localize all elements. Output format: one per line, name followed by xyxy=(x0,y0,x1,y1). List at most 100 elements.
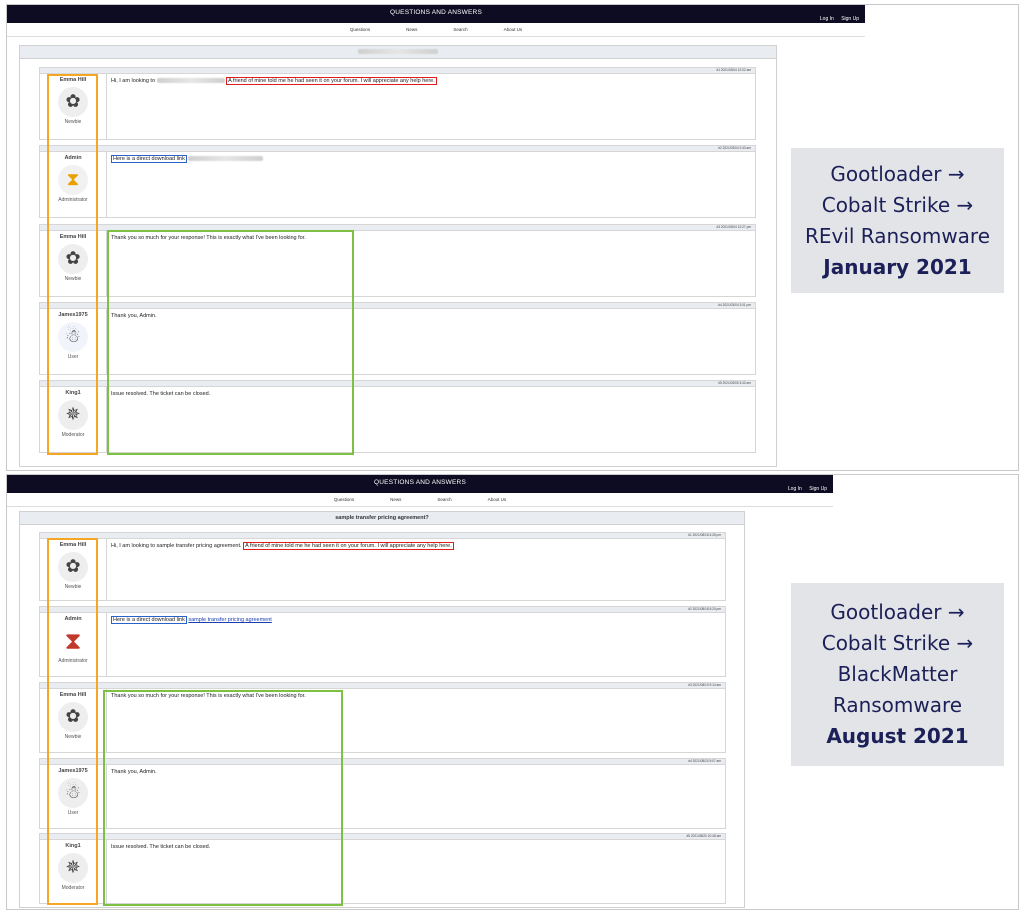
nav-about[interactable]: About Us xyxy=(504,27,523,32)
user-role: User xyxy=(67,810,79,816)
post-author: James1975 ☃ User xyxy=(40,765,106,828)
post: #3 2021/03/04 12:27 pm Emma Hill ✿ Newbi… xyxy=(39,224,756,297)
username[interactable]: James1975 xyxy=(40,768,106,774)
download-link[interactable]: sample transfer pricing agreement xyxy=(188,617,271,623)
chain-step: Cobalt Strike → xyxy=(821,631,974,655)
campaign-info-box: Gootloader → Cobalt Strike → REvil Ranso… xyxy=(791,148,1004,293)
post-body: Hi, I am looking to sample transfer pric… xyxy=(106,539,725,600)
flower-icon: ✿ xyxy=(58,702,88,732)
star-icon: ✵ xyxy=(58,400,88,430)
redacted-link[interactable] xyxy=(188,156,264,162)
redacted-title xyxy=(358,49,438,55)
chain-step: Cobalt Strike → xyxy=(821,192,974,217)
highlighted-text: A friend of mine told me he had seen it … xyxy=(243,542,454,550)
hourglass-icon: ⧗ xyxy=(58,626,88,656)
post-author: Admin ⧗ Administrator xyxy=(40,152,106,217)
post-message: Thank you, Admin. xyxy=(111,313,157,319)
user-role: Newbie xyxy=(64,119,82,125)
star-icon: ✵ xyxy=(58,853,88,883)
flower-icon: ✿ xyxy=(58,244,88,274)
post: #4 2021/03/04 3:01 pm James1975 ☃ User T… xyxy=(39,302,756,375)
username[interactable]: Emma Hill xyxy=(40,77,106,83)
post-message: Here is a direct download link sample tr… xyxy=(111,616,272,624)
campaign-info-box: Gootloader → Cobalt Strike → BlackMatter… xyxy=(791,583,1004,766)
site-title: QUESTIONS AND ANSWERS xyxy=(390,9,482,16)
signup-link[interactable]: Sign Up xyxy=(809,486,827,492)
post: #1 2021/08/18 4:28 pm Emma Hill ✿ Newbie… xyxy=(39,532,726,601)
user-role: Moderator xyxy=(61,432,85,438)
post-message: Issue resolved. The ticket can be closed… xyxy=(111,844,211,850)
site-title: QUESTIONS AND ANSWERS xyxy=(374,479,466,486)
auth-links: Log In Sign Up xyxy=(814,16,859,22)
username[interactable]: King1 xyxy=(40,843,106,849)
post: #1 2021/03/04 12:02 am Emma Hill ✿ Newbi… xyxy=(39,67,756,140)
post-author: King1 ✵ Moderator xyxy=(40,387,106,452)
post-message: Thank you so much for your response! Thi… xyxy=(111,693,306,699)
post-body: Thank you, Admin. xyxy=(106,309,755,374)
post-body: Thank you so much for your response! Thi… xyxy=(106,689,725,752)
post-body: Here is a direct download link xyxy=(106,152,755,217)
post: #5 2021/08/20 10:48 am King1 ✵ Moderator… xyxy=(39,833,726,904)
chain-step: Gootloader → xyxy=(830,600,965,624)
user-role: Newbie xyxy=(64,276,82,282)
snowman-icon: ☃ xyxy=(58,778,88,808)
post-author: Emma Hill ✿ Newbie xyxy=(40,231,106,296)
main-nav: Questions News Search About Us xyxy=(7,493,833,507)
nav-about[interactable]: About Us xyxy=(488,497,507,502)
forum-header: QUESTIONS AND ANSWERS Log In Sign Up xyxy=(7,475,833,493)
user-role: Newbie xyxy=(64,734,82,740)
post-body: Hi, I am looking to A friend of mine tol… xyxy=(106,74,755,139)
thread-title xyxy=(20,46,776,59)
post-message: Thank you so much for your response! Thi… xyxy=(111,235,306,241)
post: #4 2021/08/20 5:07 am James1975 ☃ User T… xyxy=(39,758,726,829)
signup-link[interactable]: Sign Up xyxy=(841,16,859,22)
download-link-label: Here is a direct download link xyxy=(111,616,187,624)
login-link[interactable]: Log In xyxy=(820,16,834,22)
user-role: Moderator xyxy=(61,885,85,891)
post: #3 2021/08/19 9:14 am Emma Hill ✿ Newbie… xyxy=(39,682,726,753)
post-author: Emma Hill ✿ Newbie xyxy=(40,539,106,600)
post-body: Thank you, Admin. xyxy=(106,765,725,828)
username[interactable]: Emma Hill xyxy=(40,542,106,548)
post-message: Issue resolved. The ticket can be closed… xyxy=(111,391,211,397)
username[interactable]: Emma Hill xyxy=(40,234,106,240)
post-author: Emma Hill ✿ Newbie xyxy=(40,689,106,752)
post-message: Hi, I am looking to A friend of mine tol… xyxy=(111,77,437,85)
post-message: Thank you, Admin. xyxy=(111,769,157,775)
nav-news[interactable]: News xyxy=(406,27,417,32)
chain-step: Gootloader → xyxy=(830,161,965,186)
screenshot-panel-january: QUESTIONS AND ANSWERS Log In Sign Up Que… xyxy=(6,4,1019,471)
username[interactable]: Admin xyxy=(40,616,106,622)
user-role: Administrator xyxy=(58,197,88,203)
forum-screenshot: QUESTIONS AND ANSWERS Log In Sign Up Que… xyxy=(7,5,865,470)
nav-search[interactable]: Search xyxy=(437,497,451,502)
post-author: Emma Hill ✿ Newbie xyxy=(40,74,106,139)
post-author: Admin ⧗ Administrator xyxy=(40,613,106,676)
user-role: Administrator xyxy=(58,658,88,664)
username[interactable]: James1975 xyxy=(40,312,106,318)
message-text: Hi, I am looking to xyxy=(111,78,156,84)
post-message: Here is a direct download link xyxy=(111,155,264,163)
login-link[interactable]: Log In xyxy=(788,486,802,492)
username[interactable]: Admin xyxy=(40,155,106,161)
chain-step: BlackMatter xyxy=(837,662,958,686)
post-message: Hi, I am looking to sample transfer pric… xyxy=(111,542,454,550)
main-nav: Questions News Search About Us xyxy=(7,23,865,37)
nav-search[interactable]: Search xyxy=(453,27,467,32)
chain-step: REvil Ransomware xyxy=(804,223,991,248)
username[interactable]: King1 xyxy=(40,390,106,396)
nav-news[interactable]: News xyxy=(390,497,401,502)
nav-questions[interactable]: Questions xyxy=(350,27,370,32)
hourglass-icon: ⧗ xyxy=(58,165,88,195)
forum-screenshot: QUESTIONS AND ANSWERS Log In Sign Up Que… xyxy=(7,475,833,909)
user-role: User xyxy=(67,354,79,360)
nav-questions[interactable]: Questions xyxy=(334,497,354,502)
post-body: Thank you so much for your response! Thi… xyxy=(106,231,755,296)
forum-header: QUESTIONS AND ANSWERS Log In Sign Up xyxy=(7,5,865,23)
post: #5 2021/03/05 3:40 am King1 ✵ Moderator … xyxy=(39,380,756,453)
post-body: Issue resolved. The ticket can be closed… xyxy=(106,387,755,452)
flower-icon: ✿ xyxy=(58,87,88,117)
post: #2 2021/03/04 2:43 am Admin ⧗ Administra… xyxy=(39,145,756,218)
username[interactable]: Emma Hill xyxy=(40,692,106,698)
message-text: Hi, I am looking to sample transfer pric… xyxy=(111,543,242,549)
